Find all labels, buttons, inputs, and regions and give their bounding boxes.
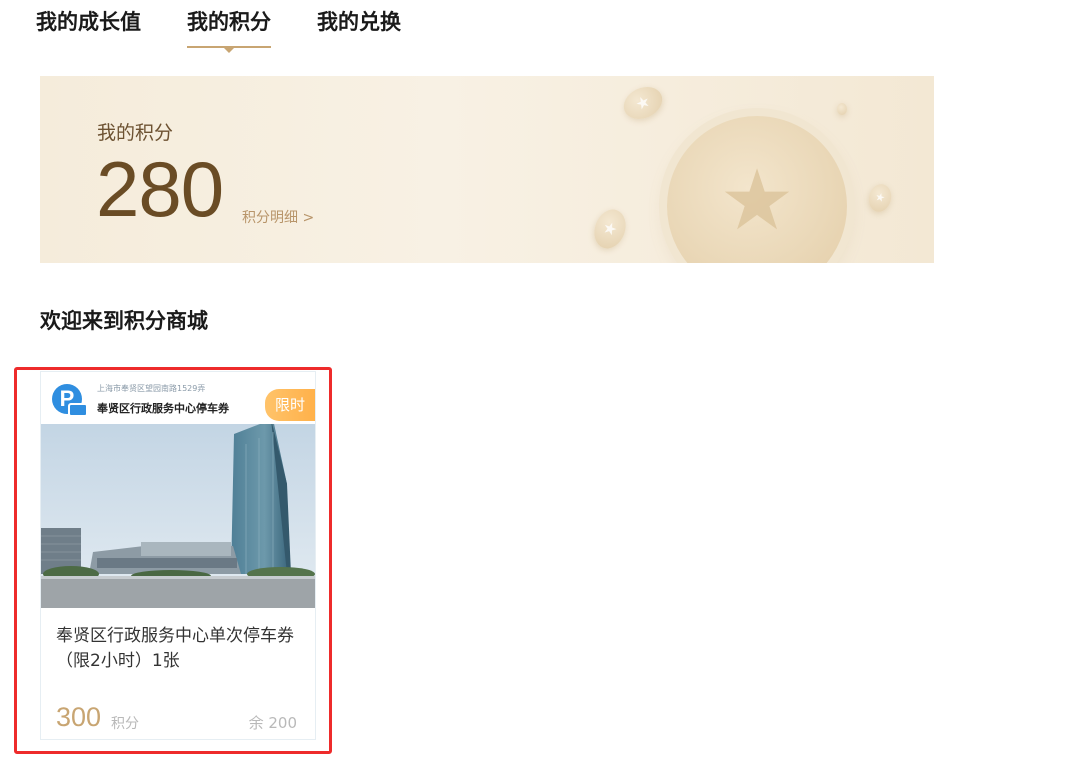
active-indicator	[224, 48, 234, 53]
coin-icon: ★	[589, 205, 631, 253]
building-photo	[41, 424, 315, 608]
product-image: P 上海市奉贤区望园南路1529弄 奉贤区行政服务中心停车券 限时	[41, 372, 315, 608]
coin-icon: ★	[618, 80, 668, 126]
tab-bar: 我的成长值 我的积分 我的兑换	[36, 6, 401, 53]
image-ticket-name: 奉贤区行政服务中心停车券	[97, 402, 229, 415]
coin-icon: ★	[865, 181, 895, 215]
points-banner: 我的积分 280 积分明细 > ★ ★ ★ ★	[40, 76, 934, 263]
product-title: 奉贤区行政服务中心单次停车券（限2小时）1张	[56, 626, 294, 671]
tab-my-exchange[interactable]: 我的兑换	[317, 6, 401, 48]
coin-icon: ★	[667, 116, 847, 263]
points-value: 280	[96, 145, 224, 233]
tab-label: 我的兑换	[317, 10, 401, 34]
tab-my-points[interactable]: 我的积分	[187, 6, 271, 53]
product-stock: 余 200	[248, 714, 297, 732]
tab-label: 我的积分	[187, 10, 271, 34]
star-icon: ★	[719, 151, 795, 249]
points-page: 我的成长值 我的积分 我的兑换 我的积分 280 积分明细 > ★ ★ ★ ★ …	[0, 0, 1080, 774]
mall-section-title: 欢迎来到积分商城	[40, 309, 208, 333]
limited-time-badge: 限时	[265, 389, 315, 421]
tab-label: 我的成长值	[36, 10, 141, 34]
points-label: 我的积分	[97, 122, 174, 144]
parking-icon: P	[52, 384, 88, 417]
product-card[interactable]: P 上海市奉贤区望园南路1529弄 奉贤区行政服务中心停车券 限时 奉贤区行政服…	[40, 371, 316, 740]
product-price: 300	[56, 702, 102, 732]
coin-icon	[837, 103, 847, 115]
image-address: 上海市奉贤区望园南路1529弄	[97, 384, 206, 393]
points-detail-link[interactable]: 积分明细 >	[242, 207, 314, 227]
price-unit: 积分	[111, 716, 139, 732]
tab-growth-value[interactable]: 我的成长值	[36, 6, 141, 48]
